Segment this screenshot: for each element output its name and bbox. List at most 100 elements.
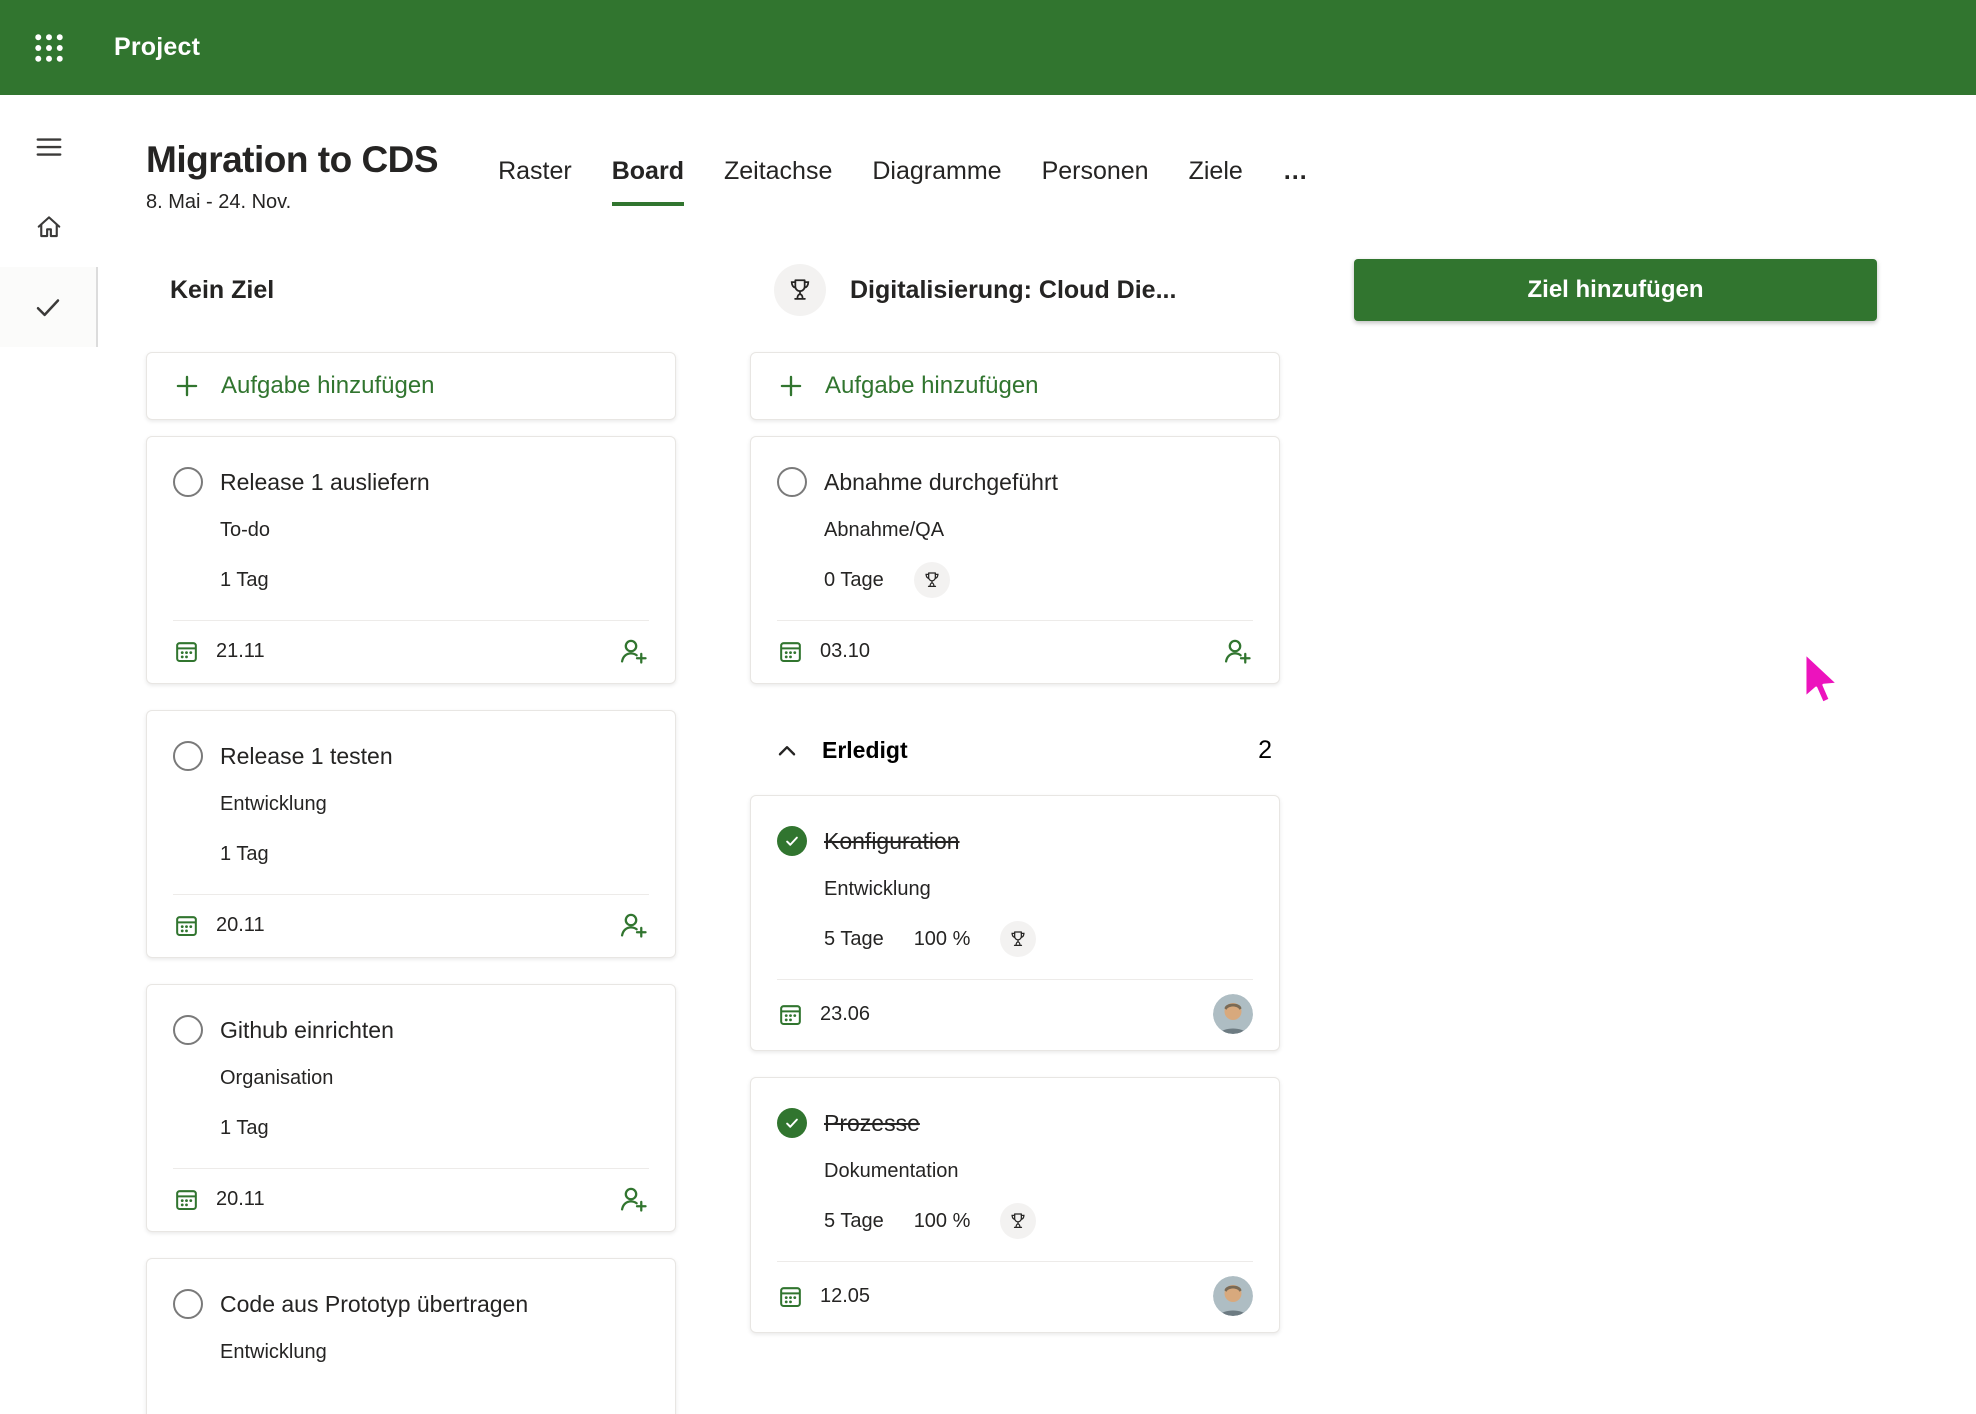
tab-personen[interactable]: Personen [1042,157,1149,206]
person-add-icon [1221,635,1253,667]
task-card[interactable]: Release 1 testen Entwicklung 1 Tag 20.11 [146,710,676,958]
task-duration: 5 Tage [824,928,884,951]
task-title: Abnahme durchgeführt [824,469,1058,496]
task-complete-radio[interactable] [173,741,203,771]
completed-count: 2 [1258,736,1272,765]
app-launcher-button[interactable] [0,0,98,95]
task-complete-radio[interactable] [777,467,807,497]
goal-trophy-badge [774,264,826,316]
task-title: Github einrichten [220,1017,394,1044]
add-task-label: Aufgabe hinzufügen [825,372,1039,400]
tab-raster[interactable]: Raster [498,157,572,206]
task-due-date: 20.11 [216,1188,265,1211]
add-task-button[interactable]: Aufgabe hinzufügen [146,352,676,420]
task-duration: 5 Tage [824,1210,884,1233]
task-card[interactable]: Abnahme durchgeführt Abnahme/QA 0 Tage 0… [750,436,1280,684]
column-title: Kein Ziel [170,276,274,305]
app-name: Project [114,33,200,62]
add-goal-button[interactable]: Ziel hinzufügen [1354,259,1877,321]
task-bucket: Entwicklung [220,1341,649,1364]
plus-icon [777,372,805,400]
add-task-button[interactable]: Aufgabe hinzufügen [750,352,1280,420]
checkmark-icon [33,292,63,322]
board: Kein Ziel Aufgabe hinzufügen Release 1 a… [146,258,1976,1414]
main-content: Migration to CDS 8. Mai - 24. Nov. Raste… [98,95,1976,1414]
card-footer: 20.11 [173,894,649,957]
task-complete-radio[interactable] [173,467,203,497]
task-duration: 1 Tag [220,1117,269,1140]
column-title[interactable]: Digitalisierung: Cloud Die... [850,276,1176,305]
plus-icon [173,372,201,400]
card-footer: 12.05 [777,1261,1253,1332]
task-percent-complete: 100 % [914,1210,971,1233]
collapse-completed-button[interactable] [774,738,800,764]
chevron-up-icon [774,738,800,764]
check-icon [783,832,801,850]
tab-ziele[interactable]: Ziele [1189,157,1243,206]
assignee-avatar[interactable] [1213,1276,1253,1316]
task-bucket: Organisation [220,1067,649,1090]
assign-person-button[interactable] [617,909,649,941]
nav-home-button[interactable] [0,187,98,267]
home-icon [34,212,64,242]
card-footer: 03.10 [777,620,1253,683]
task-due-date: 03.10 [820,640,870,663]
task-card-completed[interactable]: Prozesse Dokumentation 5 Tage 100 % 12.0… [750,1077,1280,1333]
task-card-completed[interactable]: Konfiguration Entwicklung 5 Tage 100 % 2… [750,795,1280,1051]
goal-chip [1000,921,1036,957]
trophy-icon [922,570,942,590]
task-bucket: To-do [220,519,649,542]
tab-diagramme[interactable]: Diagramme [872,157,1001,206]
nav-menu-button[interactable] [0,107,98,187]
assign-person-button[interactable] [1221,635,1253,667]
task-complete-radio[interactable] [173,1289,203,1319]
check-icon [783,1114,801,1132]
goal-chip [1000,1203,1036,1239]
tab-board[interactable]: Board [612,157,684,206]
task-duration: 1 Tag [220,843,269,866]
task-completed-check[interactable] [777,826,807,856]
task-title: Code aus Prototyp übertragen [220,1291,528,1318]
title-block: Migration to CDS 8. Mai - 24. Nov. [146,139,438,214]
board-column-kein-ziel: Kein Ziel Aufgabe hinzufügen Release 1 a… [146,258,676,1414]
view-tabs: Raster Board Zeitachse Diagramme Persone… [498,157,1310,206]
assign-person-button[interactable] [617,635,649,667]
card-footer: 23.06 [777,979,1253,1050]
tabs-more-button[interactable]: … [1283,157,1310,206]
project-header: Migration to CDS 8. Mai - 24. Nov. Raste… [146,139,1976,214]
task-title: Prozesse [824,1110,920,1137]
assignee-avatar[interactable] [1213,994,1253,1034]
task-complete-radio[interactable] [173,1015,203,1045]
card-footer: 20.11 [173,1168,649,1231]
page-title: Migration to CDS [146,139,438,181]
calendar-icon [173,1186,200,1213]
task-due-date: 23.06 [820,1003,870,1026]
task-percent-complete: 100 % [914,928,971,951]
trophy-icon [1008,929,1028,949]
calendar-icon [777,638,804,665]
task-due-date: 12.05 [820,1285,870,1308]
task-card[interactable]: Github einrichten Organisation 1 Tag 20.… [146,984,676,1232]
calendar-icon [173,638,200,665]
task-due-date: 21.11 [216,640,265,663]
trophy-icon [1008,1211,1028,1231]
avatar-photo [1213,994,1253,1034]
task-duration: 1 Tag [220,569,269,592]
task-duration: 0 Tage [824,569,884,592]
task-card[interactable]: Release 1 ausliefern To-do 1 Tag 21.11 [146,436,676,684]
task-card[interactable]: Code aus Prototyp übertragen Entwicklung [146,1258,676,1414]
task-bucket: Entwicklung [824,878,1253,901]
project-date-range: 8. Mai - 24. Nov. [146,191,438,214]
card-footer: 21.11 [173,620,649,683]
calendar-icon [777,1001,804,1028]
nav-tasks-button[interactable] [0,267,98,347]
add-task-label: Aufgabe hinzufügen [221,372,435,400]
assign-person-button[interactable] [617,1183,649,1215]
task-completed-check[interactable] [777,1108,807,1138]
column-header[interactable]: Digitalisierung: Cloud Die... [750,258,1280,322]
board-column-goal: Digitalisierung: Cloud Die... Aufgabe hi… [750,258,1280,1414]
task-bucket: Abnahme/QA [824,519,1253,542]
column-header: Kein Ziel [146,258,676,322]
task-title: Release 1 ausliefern [220,469,430,496]
tab-zeitachse[interactable]: Zeitachse [724,157,832,206]
